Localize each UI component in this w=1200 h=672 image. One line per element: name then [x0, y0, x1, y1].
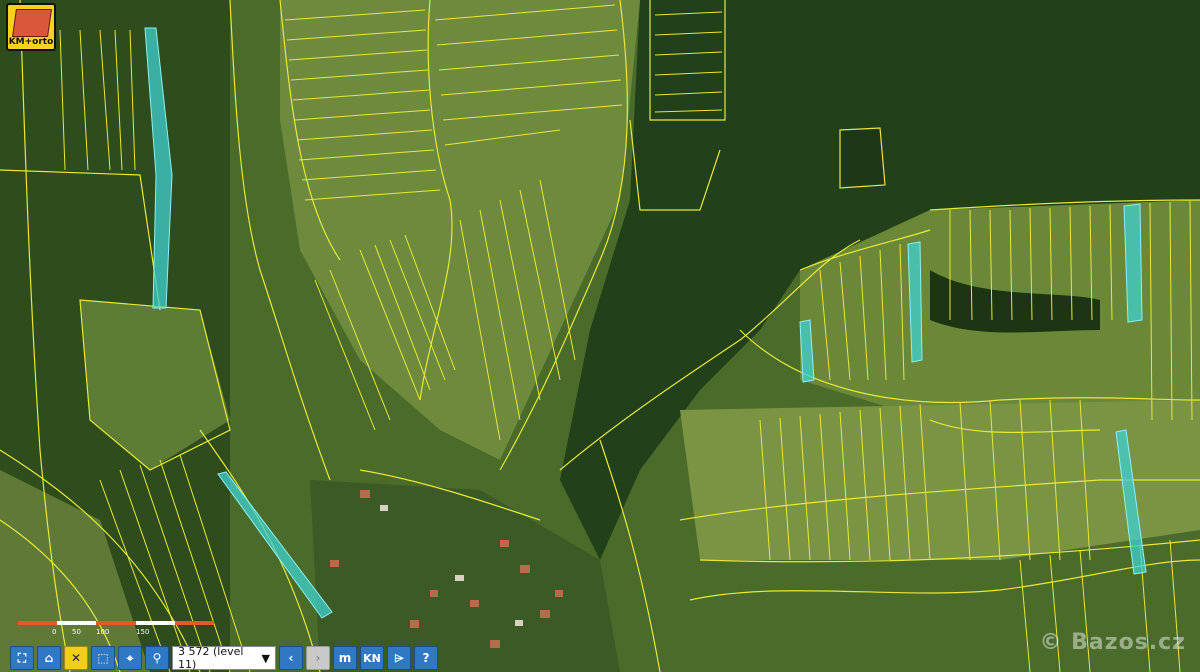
scale-bar [18, 621, 215, 625]
scale-label: 100 [96, 628, 110, 636]
kn-label: KN [363, 651, 381, 665]
locate-icon[interactable]: ⌖ [118, 646, 142, 670]
help-button[interactable]: ? [414, 646, 438, 670]
scale-label: 0 [52, 628, 57, 636]
chevron-down-icon: ▼ [261, 651, 270, 665]
zoom-level-value: 3 572 (level 11) [178, 645, 244, 671]
map-toolbar: ⛶ ⌂ ✕ ⬚ ⌖ ⚲ 3 572 (level 11) ▼ ‹ › m KN … [10, 645, 438, 671]
help-label: ? [422, 651, 430, 665]
forward-icon[interactable]: › [306, 646, 330, 670]
kn-button[interactable]: KN [360, 646, 384, 670]
map-logo-icon [12, 9, 52, 37]
measure-label: m [338, 651, 352, 665]
km-orto-logo[interactable]: KM+orto [6, 3, 56, 51]
logo-label: KM+orto [8, 37, 54, 47]
scale-label: 150 [136, 628, 150, 636]
map-pin-icon[interactable]: ⚲ [145, 646, 169, 670]
measure-button[interactable]: m [333, 646, 357, 670]
fullscreen-icon[interactable]: ⛶ [10, 646, 34, 670]
back-icon[interactable]: ‹ [279, 646, 303, 670]
zoom-level-select[interactable]: 3 572 (level 11) ▼ [172, 645, 276, 671]
scale-label: 50 [72, 628, 81, 636]
orthophoto-map[interactable] [0, 0, 1200, 672]
select-area-icon[interactable]: ⬚ [91, 646, 115, 670]
home-icon[interactable]: ⌂ [37, 646, 61, 670]
tag-icon[interactable]: ⌲ [387, 646, 411, 670]
watermark: © Bazos.cz [1039, 630, 1186, 655]
close-icon[interactable]: ✕ [64, 646, 88, 670]
